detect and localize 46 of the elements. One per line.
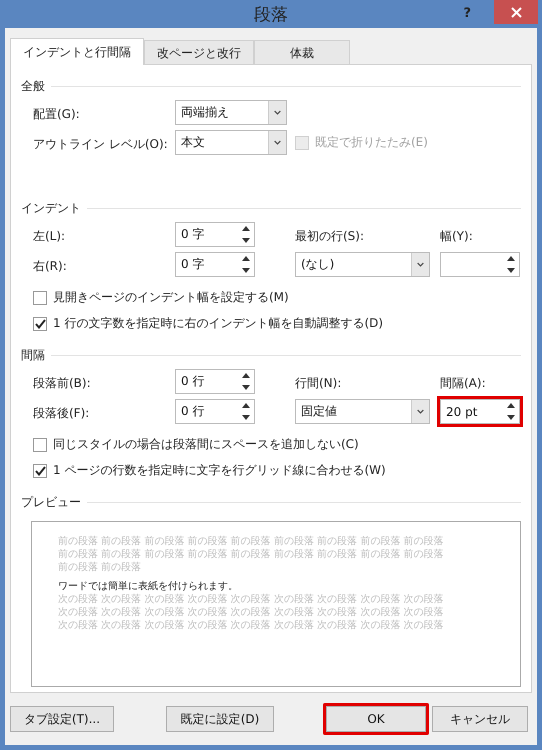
field-label: 右(R): <box>33 258 67 272</box>
checkbox[interactable]: 1 ページの行数を指定時に文字を行グリッド線に合わせる(W) <box>33 462 521 479</box>
help-button[interactable]: ? <box>463 6 471 21</box>
close-icon <box>510 6 522 18</box>
section-title: インデント <box>21 200 81 216</box>
dialog-button[interactable]: OK <box>326 706 426 732</box>
field-label: 間隔(A): <box>440 376 486 390</box>
dropdown[interactable]: (なし) <box>295 252 430 277</box>
checkbox[interactable]: 見開きページのインデント幅を設定する(M) <box>33 289 521 306</box>
tab[interactable]: 体裁 <box>254 40 350 65</box>
dialog-button[interactable]: タブ設定(T)... <box>10 706 114 732</box>
field-label: 行間(N): <box>295 376 342 390</box>
preview-text: 次の段落 次の段落 次の段落 次の段落 次の段落 次の段落 次の段落 次の段落 次の段落 <box>58 593 444 606</box>
chevron-down-icon <box>268 101 286 124</box>
field-label: 段落後(F): <box>33 406 90 420</box>
chevron-down-icon <box>411 400 429 423</box>
preview-text: 前の段落 前の段落 <box>58 561 142 574</box>
dropdown[interactable]: 両端揃え <box>175 100 287 125</box>
field-label: 最初の行(S): <box>295 228 364 242</box>
window-title: 段落 <box>254 4 288 26</box>
section-title: プレビュー <box>21 494 81 510</box>
preview-text: 次の段落 次の段落 次の段落 次の段落 次の段落 次の段落 次の段落 次の段落 次の段落 <box>58 606 444 619</box>
chevron-down-icon <box>411 253 429 276</box>
checkbox[interactable]: 同じスタイルの場合は段落間にスペースを追加しない(C) <box>33 436 521 453</box>
checkmark-icon <box>34 318 46 328</box>
dropdown[interactable]: 固定値 <box>295 399 430 424</box>
checkmark-icon <box>34 466 46 476</box>
checkbox[interactable]: 1 行の文字数を指定時に右のインデント幅を自動調整する(D) <box>33 315 521 332</box>
dialog-button[interactable]: キャンセル <box>432 706 528 732</box>
field-label: 段落前(B): <box>33 376 91 390</box>
field-label: アウトライン レベル(O): <box>33 136 168 150</box>
tab[interactable]: インデントと行間隔 <box>10 38 144 65</box>
preview-text: 前の段落 前の段落 前の段落 前の段落 前の段落 前の段落 前の段落 前の段落 前の段落 <box>58 535 444 548</box>
field-label: 配置(G): <box>33 106 80 120</box>
dropdown[interactable]: 本文 <box>175 130 287 155</box>
field-label: 左(L): <box>33 228 66 242</box>
section-title: 間隔 <box>21 346 45 364</box>
tab[interactable]: 改ページと改行 <box>144 40 254 65</box>
dialog-button[interactable]: 既定に設定(D) <box>166 706 274 732</box>
preview-text: ワードでは簡単に表紙を付けられます。 <box>58 580 239 593</box>
preview-text: 次の段落 次の段落 次の段落 次の段落 次の段落 次の段落 次の段落 次の段落 次の段落 <box>58 619 444 632</box>
section-title: 全般 <box>21 78 45 94</box>
preview-text: 前の段落 前の段落 前の段落 前の段落 前の段落 前の段落 前の段落 前の段落 前の段落 <box>58 548 444 561</box>
close-button[interactable] <box>494 0 538 24</box>
chevron-down-icon <box>268 131 286 154</box>
field-label: 幅(Y): <box>440 228 473 242</box>
